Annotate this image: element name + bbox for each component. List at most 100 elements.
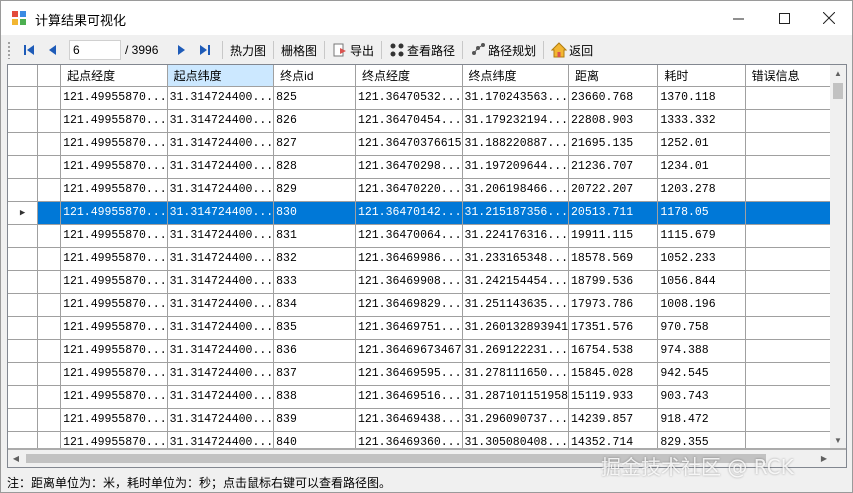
checkbox-cell[interactable]	[37, 155, 62, 179]
table-cell[interactable]: 18578.569	[568, 247, 659, 271]
table-cell[interactable]: 121.49955870...	[60, 316, 168, 340]
checkbox-cell[interactable]	[37, 109, 62, 133]
table-row[interactable]: 121.49955870... 31.314724400... 839 121.364…	[8, 408, 832, 432]
table-cell[interactable]: 121.49955870...	[60, 431, 168, 448]
table-cell[interactable]	[745, 224, 832, 248]
table-cell[interactable]: 836	[273, 339, 356, 363]
table-cell[interactable]: 31.287101151958	[462, 385, 570, 409]
table-cell[interactable]: 829.355	[657, 431, 746, 448]
export-button[interactable]: 导出	[330, 42, 376, 59]
table-cell[interactable]: 31.314724400...	[167, 385, 275, 409]
table-cell[interactable]: 839	[273, 408, 356, 432]
checkbox-cell[interactable]	[37, 201, 62, 225]
table-cell[interactable]: 20513.711	[568, 201, 659, 225]
table-cell[interactable]: 31.251143635...	[462, 293, 570, 317]
minimize-button[interactable]	[715, 1, 761, 35]
table-cell[interactable]: 827	[273, 132, 356, 156]
table-cell[interactable]: 31.314724400...	[167, 362, 275, 386]
table-cell[interactable]: 121.36469438...	[355, 408, 463, 432]
table-cell[interactable]: 838	[273, 385, 356, 409]
route-plan-button[interactable]: 路径规划	[468, 42, 538, 59]
table-cell[interactable]	[745, 362, 832, 386]
table-cell[interactable]: 20722.207	[568, 178, 659, 202]
row-header[interactable]	[8, 385, 39, 409]
row-header[interactable]	[8, 247, 39, 271]
checkbox-cell[interactable]	[37, 316, 62, 340]
table-cell[interactable]: 826	[273, 109, 356, 133]
table-cell[interactable]: 1252.01	[657, 132, 746, 156]
table-cell[interactable]: 974.388	[657, 339, 746, 363]
table-cell[interactable]: 18799.536	[568, 270, 659, 294]
table-cell[interactable]: 14352.714	[568, 431, 659, 448]
checkbox-cell[interactable]	[37, 247, 62, 271]
table-cell[interactable]: 121.49955870...	[60, 132, 168, 156]
table-cell[interactable]: 31.314724400...	[167, 224, 275, 248]
table-cell[interactable]	[745, 270, 832, 294]
table-cell[interactable]: 31.305080408...	[462, 431, 570, 448]
table-cell[interactable]: 837	[273, 362, 356, 386]
table-cell[interactable]: 31.314724400...	[167, 155, 275, 179]
table-cell[interactable]: 31.314724400...	[167, 431, 275, 448]
column-header[interactable]: 终点id	[273, 65, 356, 87]
checkbox-cell[interactable]	[37, 178, 62, 202]
table-row[interactable]: 121.49955870... 31.314724400... 840 121.364…	[8, 431, 832, 448]
checkbox-cell[interactable]	[37, 86, 62, 110]
table-cell[interactable]: 31.179232194...	[462, 109, 570, 133]
maximize-button[interactable]	[761, 1, 807, 35]
table-cell[interactable]: 121.49955870...	[60, 247, 168, 271]
table-cell[interactable]: 121.36469360...	[355, 431, 463, 448]
table-cell[interactable]: 31.215187356...	[462, 201, 570, 225]
table-cell[interactable]: 970.758	[657, 316, 746, 340]
table-cell[interactable]: 1008.196	[657, 293, 746, 317]
table-cell[interactable]: 22808.903	[568, 109, 659, 133]
table-cell[interactable]: 121.49955870...	[60, 178, 168, 202]
row-header[interactable]	[8, 86, 39, 110]
table-cell[interactable]: 121.36469908...	[355, 270, 463, 294]
table-cell[interactable]: 121.36470142...	[355, 201, 463, 225]
column-header[interactable]: 终点纬度	[462, 65, 570, 87]
table-cell[interactable]	[745, 178, 832, 202]
table-cell[interactable]: 903.743	[657, 385, 746, 409]
table-cell[interactable]: 121.36469595...	[355, 362, 463, 386]
table-row[interactable]: 121.49955870... 31.314724400... 826 121.364…	[8, 109, 832, 133]
heatmap-button[interactable]: 热力图	[228, 42, 268, 59]
row-header[interactable]	[8, 109, 39, 133]
table-cell[interactable]: 830	[273, 201, 356, 225]
table-cell[interactable]: 17973.786	[568, 293, 659, 317]
table-row[interactable]: 121.49955870... 31.314724400... 827 121.364…	[8, 132, 832, 156]
checkbox-column-header[interactable]	[37, 65, 62, 87]
table-cell[interactable]: 31.260132893941	[462, 316, 570, 340]
table-cell[interactable]: 835	[273, 316, 356, 340]
table-row[interactable]: ▶ 121.49955870... 31.314724400... 830 121.36…	[8, 201, 832, 225]
checkbox-cell[interactable]	[37, 431, 62, 448]
table-cell[interactable]: 834	[273, 293, 356, 317]
table-row[interactable]: 121.49955870... 31.314724400... 837 121.364…	[8, 362, 832, 386]
table-cell[interactable]: 121.36470298...	[355, 155, 463, 179]
column-header[interactable]: 终点经度	[355, 65, 463, 87]
table-cell[interactable]: 833	[273, 270, 356, 294]
table-cell[interactable]: 828	[273, 155, 356, 179]
grid-map-button[interactable]: 栅格图	[279, 42, 319, 59]
row-header[interactable]	[8, 339, 39, 363]
table-cell[interactable]: 840	[273, 431, 356, 448]
table-cell[interactable]: 31.242154454...	[462, 270, 570, 294]
table-cell[interactable]	[745, 385, 832, 409]
column-header[interactable]: 起点经度	[60, 65, 168, 87]
row-header[interactable]	[8, 362, 39, 386]
page-number-input[interactable]	[69, 40, 121, 60]
table-cell[interactable]: 831	[273, 224, 356, 248]
scroll-down-icon[interactable]: ▼	[830, 432, 846, 448]
table-cell[interactable]: 832	[273, 247, 356, 271]
back-button[interactable]: 返回	[549, 42, 595, 59]
table-row[interactable]: 121.49955870... 31.314724400... 834 121.364…	[8, 293, 832, 317]
corner-header[interactable]	[8, 65, 39, 87]
table-cell[interactable]: 121.49955870...	[60, 224, 168, 248]
table-cell[interactable]: 121.36470064...	[355, 224, 463, 248]
table-cell[interactable]: 31.314724400...	[167, 247, 275, 271]
table-cell[interactable]: 1056.844	[657, 270, 746, 294]
table-cell[interactable]: 31.206198466...	[462, 178, 570, 202]
table-cell[interactable]: 942.545	[657, 362, 746, 386]
scroll-up-icon[interactable]: ▲	[830, 65, 846, 81]
table-cell[interactable]: 121.49955870...	[60, 109, 168, 133]
table-cell[interactable]: 121.49955870...	[60, 362, 168, 386]
